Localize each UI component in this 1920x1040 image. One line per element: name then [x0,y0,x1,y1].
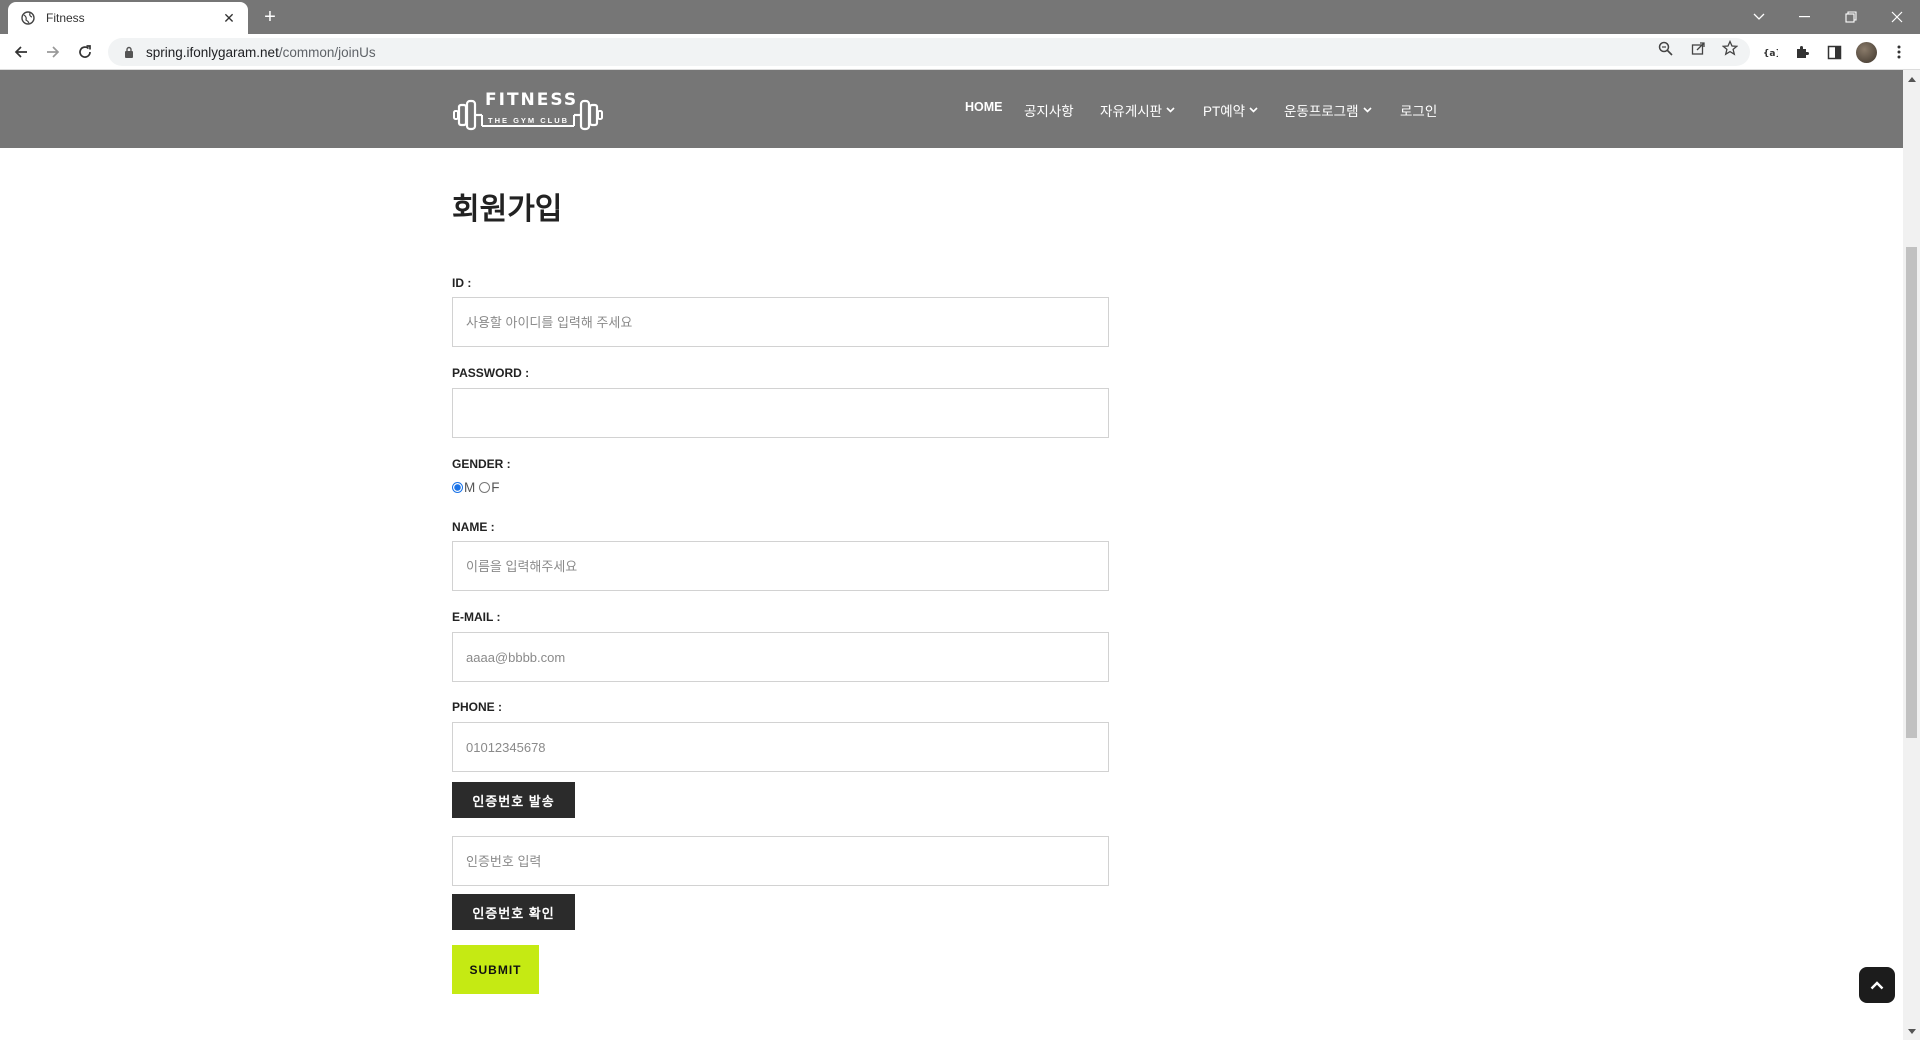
password-label: PASSWORD : [452,366,530,380]
password-input[interactable] [452,388,1109,438]
extensions-puzzle-icon[interactable] [1789,39,1815,65]
globe-icon [20,10,36,26]
logo-text: FITNESS [485,90,579,110]
gender-label: GENDER : [452,457,511,471]
email-input[interactable] [452,632,1109,682]
extension-code-icon[interactable]: {a} [1757,39,1783,65]
nav-pt-reservation[interactable]: PT예약 [1203,100,1258,120]
bookmark-star-icon[interactable] [1721,39,1739,57]
new-tab-button[interactable]: + [258,4,282,30]
scroll-up-arrow-icon[interactable] [1903,72,1920,86]
tab-title: Fitness [46,11,85,25]
nav-free-board[interactable]: 자유게시판 [1100,100,1175,120]
back-icon[interactable] [8,39,34,65]
address-bar[interactable]: spring.ifonlygaram.net/common/joinUs [108,38,1750,66]
scroll-thumb[interactable] [1906,247,1917,738]
phone-input[interactable] [452,722,1109,772]
gender-m-radio[interactable] [452,482,463,493]
restore-icon[interactable] [1828,0,1874,34]
gender-radio-group: M F [452,480,500,495]
nav-notice[interactable]: 공지사항 [1024,100,1074,120]
lock-icon[interactable] [122,45,136,59]
zoom-icon[interactable] [1656,39,1674,57]
page-scrollbar[interactable] [1903,70,1920,1040]
chevron-up-icon [1870,980,1884,989]
scroll-down-arrow-icon[interactable] [1903,1024,1920,1038]
nav-exercise-program[interactable]: 운동프로그램 [1284,100,1372,120]
browser-toolbar: spring.ifonlygaram.net/common/joinUs {a} [0,34,1920,70]
chevron-down-icon [1249,105,1258,116]
share-icon[interactable] [1689,39,1707,57]
back-to-top-button[interactable] [1859,967,1895,1003]
submit-button[interactable]: SUBMIT [452,945,539,994]
name-input[interactable] [452,541,1109,591]
close-tab-icon[interactable]: ✕ [220,10,238,27]
close-window-icon[interactable] [1874,0,1920,34]
send-code-button[interactable]: 인증번호 발송 [452,782,575,818]
browser-tab[interactable]: Fitness ✕ [8,2,248,34]
logo-subtext: THE GYM CLUB [488,116,570,125]
reload-icon[interactable] [72,39,98,65]
url-text: spring.ifonlygaram.net/common/joinUs [146,44,376,60]
tab-search-icon[interactable] [1736,0,1782,34]
chevron-down-icon [1166,105,1175,116]
site-header: FITNESS THE GYM CLUB HOME 공지사항 자유게시판 PT예… [0,70,1903,148]
page-title: 회원가입 [452,193,563,226]
verify-code-button[interactable]: 인증번호 확인 [452,894,575,930]
chevron-down-icon [1362,105,1372,116]
gender-f-label: F [491,480,500,495]
forward-icon[interactable] [40,39,66,65]
phone-label: PHONE : [452,700,503,714]
gender-m-label: M [464,480,476,495]
gender-f-radio[interactable] [479,482,491,493]
id-label: ID : [452,276,472,290]
site-logo[interactable]: FITNESS THE GYM CLUB [452,86,604,134]
nav-home[interactable]: HOME [965,100,1003,114]
browser-tab-bar: Fitness ✕ + [0,0,1920,34]
nav-login[interactable]: 로그인 [1400,100,1437,120]
email-label: E-MAIL : [452,610,501,624]
name-label: NAME : [452,520,495,534]
verification-code-input[interactable] [452,836,1109,886]
side-panel-icon[interactable] [1821,39,1847,65]
minimize-icon[interactable] [1782,0,1828,34]
menu-kebab-icon[interactable] [1886,39,1912,65]
id-input[interactable] [452,297,1109,347]
profile-avatar[interactable] [1856,42,1877,63]
svg-text:{a}: {a} [1763,49,1778,58]
